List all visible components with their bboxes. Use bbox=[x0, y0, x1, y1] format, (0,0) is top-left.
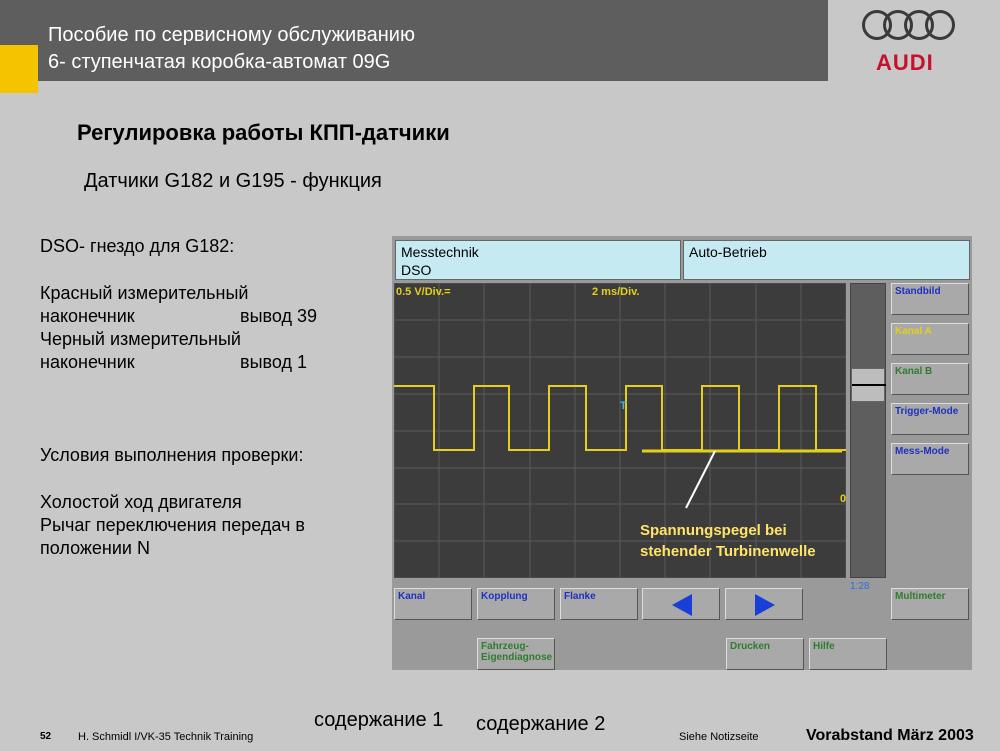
volt-div-label: 0.5 V/Div.= bbox=[396, 286, 451, 298]
page-number: 52 bbox=[40, 731, 52, 742]
kopplung-button[interactable]: Kopplung bbox=[477, 588, 555, 620]
black-probe-line2: наконечник bbox=[40, 352, 135, 372]
multimeter-button[interactable]: Multimeter bbox=[891, 588, 969, 620]
print-button[interactable]: Drucken bbox=[726, 638, 804, 670]
tester-screen: Messtechnik DSO Auto-Betrieb 0.5 V/Div.=… bbox=[392, 236, 972, 670]
header-title-line1: Пособие по сервисному обслуживанию bbox=[48, 24, 415, 46]
kanal-b-button[interactable]: Kanal B bbox=[891, 363, 969, 395]
auto-mode-panel: Auto-Betrieb bbox=[683, 240, 970, 280]
black-probe-pin: вывод 1 bbox=[240, 352, 307, 372]
scroll-left-button[interactable] bbox=[642, 588, 720, 620]
vehicle-diagnosis-label-2: Eigendiagnose bbox=[481, 652, 553, 663]
condition-selector-1: Рычаг переключения передач в bbox=[40, 515, 305, 535]
mode-subtitle: DSO bbox=[401, 262, 432, 278]
zero-marker: 0 bbox=[840, 493, 847, 505]
red-probe-line1: Красный измерительный bbox=[40, 283, 249, 303]
annotation-line1: Spannungspegel bei bbox=[640, 522, 787, 539]
black-probe-line1: Черный измерительный bbox=[40, 329, 241, 349]
flanke-button[interactable]: Flanke bbox=[560, 588, 638, 620]
time-div-label: 2 ms/Div. bbox=[592, 286, 640, 298]
header-title-line2: 6- ступенчатая коробка-автомат 09G bbox=[48, 51, 391, 73]
annotation-leader-line bbox=[685, 450, 716, 509]
arrow-left-icon bbox=[672, 594, 692, 616]
level-slider-track[interactable] bbox=[850, 283, 886, 578]
vehicle-diagnosis-label-1: Fahrzeug- bbox=[481, 641, 529, 652]
contents-link-1[interactable]: содержание 1 bbox=[314, 709, 443, 732]
mess-mode-button[interactable]: Mess-Mode bbox=[891, 443, 969, 475]
red-probe-line2: наконечник bbox=[40, 306, 135, 326]
condition-selector-2: положении N bbox=[40, 538, 150, 558]
standbild-button[interactable]: Standbild bbox=[891, 283, 969, 315]
dso-socket-label: DSO- гнездо для G182: bbox=[40, 236, 235, 256]
help-button[interactable]: Hilfe bbox=[809, 638, 887, 670]
kanal-a-button[interactable]: Kanal A bbox=[891, 323, 969, 355]
trigger-marker: T bbox=[620, 400, 627, 412]
audi-logo: AUDI bbox=[862, 10, 955, 75]
notes-reference: Siehe Notizseite bbox=[679, 731, 759, 743]
page-subtitle: Датчики G182 и G195 - функция bbox=[84, 170, 382, 192]
level-slider-handle[interactable] bbox=[851, 368, 886, 402]
conditions-heading: Условия выполнения проверки: bbox=[40, 445, 304, 465]
contents-link-2[interactable]: содержание 2 bbox=[476, 713, 605, 736]
mode-title: Messtechnik bbox=[401, 244, 479, 260]
logo-wordmark: AUDI bbox=[876, 50, 934, 75]
logo-ring-icon bbox=[925, 10, 955, 40]
page-title: Регулировка работы КПП-датчики bbox=[77, 120, 450, 145]
header-accent bbox=[0, 45, 38, 93]
trigger-mode-button[interactable]: Trigger-Mode bbox=[891, 403, 969, 435]
annotation-label: Spannungspegel bei stehender Turbinenwel… bbox=[640, 520, 816, 562]
document-status: Vorabstand März 2003 bbox=[806, 727, 974, 744]
vehicle-diagnosis-button[interactable]: Fahrzeug- Eigendiagnose bbox=[477, 638, 555, 670]
scroll-right-button[interactable] bbox=[725, 588, 803, 620]
kanal-button[interactable]: Kanal bbox=[394, 588, 472, 620]
condition-idle: Холостой ход двигателя bbox=[40, 492, 242, 512]
red-probe-pin: вывод 39 bbox=[240, 306, 318, 326]
annotation-line2: stehender Turbinenwelle bbox=[640, 543, 816, 560]
mode-panel: Messtechnik DSO bbox=[395, 240, 681, 280]
author-line: H. Schmidl I/VK-35 Technik Training bbox=[78, 731, 254, 743]
ratio-readout: 1:28 bbox=[850, 581, 870, 592]
auto-mode-label: Auto-Betrieb bbox=[689, 244, 767, 260]
arrow-right-icon bbox=[755, 594, 775, 616]
